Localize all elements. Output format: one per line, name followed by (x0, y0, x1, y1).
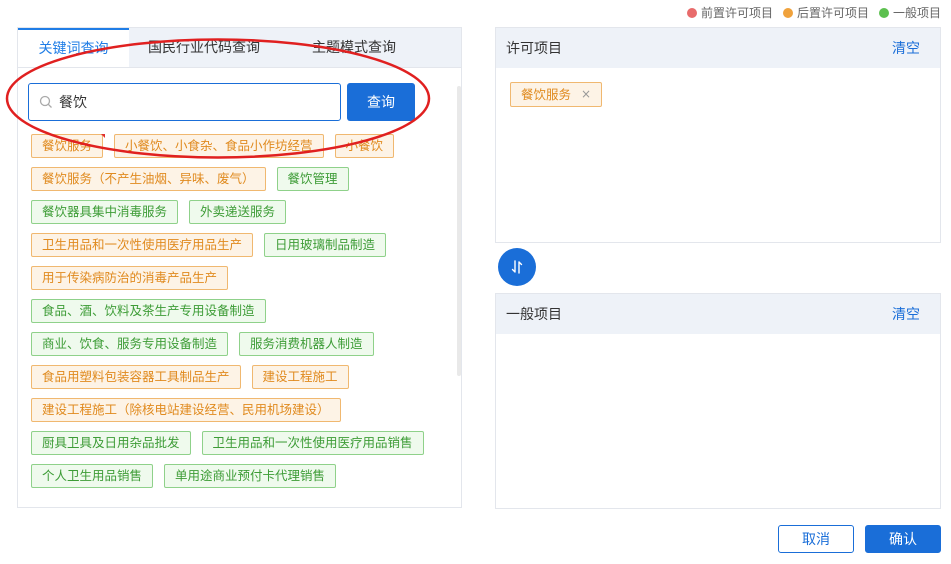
tab-theme-mode-search[interactable]: 主题模式查询 (279, 28, 429, 67)
tag-row: 个人卫生用品销售 单用途商业预付卡代理销售 (31, 464, 451, 488)
tag-row: 厨具卫具及日用杂品批发 卫生用品和一次性使用医疗用品销售 (31, 431, 451, 455)
business-scope-tag[interactable]: 单用途商业预付卡代理销售 (164, 464, 337, 488)
search-button[interactable]: 查询 (347, 83, 415, 121)
legend-dot-orange (782, 7, 793, 18)
selected-permit-tag[interactable]: 餐饮服务 × (510, 82, 603, 107)
tag-row: 食品、酒、饮料及茶生产专用设备制造 (31, 299, 451, 323)
result-tag-list: 餐饮服务 小餐饮、小食杂、食品小作坊经营 小餐饮 餐饮服务（不产生油烟、异味、废气）餐… (31, 134, 451, 504)
business-scope-tag[interactable]: 日用玻璃制品制造 (264, 233, 387, 257)
selected-tag-label: 餐饮服务 (521, 87, 572, 102)
business-scope-tag[interactable]: 食品、酒、饮料及茶生产专用设备制造 (31, 299, 266, 323)
tag-row: 餐饮器具集中消毒服务 外卖递送服务 (31, 200, 451, 224)
swap-arrows-icon (511, 260, 523, 274)
legend-dot-green (878, 7, 889, 18)
business-scope-tag[interactable]: 餐饮器具集中消毒服务 (31, 200, 179, 224)
confirm-button[interactable]: 确认 (865, 525, 941, 553)
tag-row: 食品用塑料包装容器工具制品生产 建设工程施工 (31, 365, 451, 389)
swap-button[interactable] (498, 248, 536, 286)
tab-industry-code-search[interactable]: 国民行业代码查询 (129, 28, 279, 67)
legend-item-pre-permit: 前置许可项目 (686, 4, 773, 21)
business-scope-tag[interactable]: 小餐饮、小食杂、食品小作坊经营 (114, 134, 324, 158)
business-scope-tag[interactable]: 餐饮服务（不产生油烟、异味、废气） (31, 167, 266, 191)
legend-dot-red (686, 7, 697, 18)
permit-clear-button[interactable]: 清空 (892, 38, 920, 58)
business-scope-tag[interactable]: 厨具卫具及日用杂品批发 (31, 431, 191, 455)
tag-row: 商业、饮食、服务专用设备制造 服务消费机器人制造 (31, 332, 451, 356)
tab-bar: 关键词查询 国民行业代码查询 主题模式查询 (18, 28, 461, 68)
tag-row: 餐饮服务 小餐饮、小食杂、食品小作坊经营 小餐饮 (31, 134, 451, 158)
business-scope-tag[interactable]: 建设工程施工（除核电站建设经营、民用机场建设） (31, 398, 341, 422)
business-scope-tag[interactable]: 用于传染病防治的消毒产品生产 (31, 266, 229, 290)
business-scope-tag[interactable]: 卫生用品和一次性使用医疗用品生产 (31, 233, 254, 257)
general-items-title: 一般项目 (506, 307, 562, 323)
cancel-button[interactable]: 取消 (778, 525, 854, 553)
permit-items-box: 许可项目 清空 餐饮服务 × (495, 27, 941, 243)
search-input[interactable] (59, 94, 319, 110)
tag-row: 建设工程施工（除核电站建设经营、民用机场建设） (31, 398, 451, 422)
business-scope-tag[interactable]: 服务消费机器人制造 (239, 332, 374, 356)
legend-item-post-permit: 后置许可项目 (782, 4, 869, 21)
business-scope-tag[interactable]: 商业、饮食、服务专用设备制造 (31, 332, 229, 356)
search-icon (39, 95, 52, 108)
business-scope-tag[interactable]: 餐饮管理 (276, 167, 349, 191)
business-scope-tag[interactable]: 餐饮服务 (31, 134, 106, 158)
tag-row: 用于传染病防治的消毒产品生产 (31, 266, 451, 290)
scrollbar[interactable] (457, 86, 461, 376)
legend-item-general: 一般项目 (878, 4, 941, 21)
general-items-box: 一般项目 清空 (495, 293, 941, 509)
tag-row: 卫生用品和一次性使用医疗用品生产 日用玻璃制品制造 (31, 233, 451, 257)
legend: 前置许可项目 后置许可项目 一般项目 (686, 4, 941, 21)
legend-label: 一般项目 (892, 6, 941, 20)
search-row: 查询 (28, 83, 415, 121)
search-box[interactable] (28, 83, 341, 121)
tag-row: 餐饮服务（不产生油烟、异味、废气） 餐饮管理 (31, 167, 451, 191)
general-items-header: 一般项目 清空 (496, 294, 940, 334)
legend-label: 后置许可项目 (796, 6, 869, 20)
permit-items-title: 许可项目 (506, 41, 562, 57)
business-scope-tag[interactable]: 食品用塑料包装容器工具制品生产 (31, 365, 241, 389)
tab-keyword-search[interactable]: 关键词查询 (18, 28, 129, 67)
business-scope-tag[interactable]: 外卖递送服务 (189, 200, 287, 224)
legend-label: 前置许可项目 (700, 6, 773, 20)
general-clear-button[interactable]: 清空 (892, 304, 920, 324)
search-panel: 关键词查询 国民行业代码查询 主题模式查询 查询 餐饮服务小餐饮、小食杂、食品小… (17, 27, 462, 508)
business-scope-tag[interactable]: 个人卫生用品销售 (31, 464, 154, 488)
business-scope-tag[interactable]: 建设工程施工 (251, 365, 349, 389)
business-scope-tag[interactable]: 卫生用品和一次性使用医疗用品销售 (201, 431, 424, 455)
permit-items-header: 许可项目 清空 (496, 28, 940, 68)
close-icon[interactable]: × (581, 83, 591, 106)
business-scope-tag[interactable]: 小餐饮 (334, 134, 395, 158)
